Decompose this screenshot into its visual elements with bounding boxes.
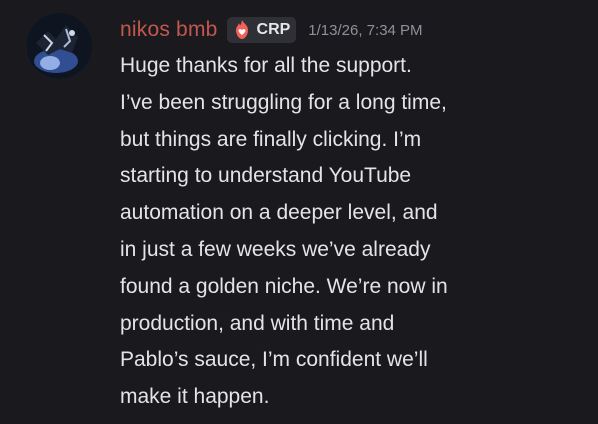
message-content: Huge thanks for all the support. I’ve be… (120, 48, 560, 416)
avatar[interactable] (26, 13, 92, 79)
message-line: make it happen. (120, 385, 270, 409)
role-tag[interactable]: CRP (226, 17, 297, 43)
message-line: automation on a deeper level, and (120, 201, 438, 225)
message-line: but things are finally clicking. I’m (120, 127, 422, 151)
flame-heart-icon (231, 19, 253, 41)
chat-message: nikos bmb CRP 1/13/26, 7:34 PM Huge than… (0, 0, 598, 424)
message-line: in just a few weeks we’ve already (120, 237, 431, 261)
username[interactable]: nikos bmb (120, 18, 218, 42)
role-label: CRP (256, 21, 291, 38)
user-avatar-image (26, 13, 92, 79)
timestamp[interactable]: 1/13/26, 7:34 PM (308, 22, 422, 39)
message-line: I’ve been struggling for a long time, (120, 90, 447, 114)
message-line: production, and with time and (120, 311, 395, 335)
message-line: starting to understand YouTube (120, 164, 412, 188)
message-line: Pablo’s sauce, I’m confident we’ll (120, 348, 428, 372)
message-line: found a golden niche. We’re now in (120, 274, 448, 298)
message-header: nikos bmb CRP 1/13/26, 7:34 PM (120, 14, 423, 46)
message-line: Huge thanks for all the support. (120, 54, 412, 77)
